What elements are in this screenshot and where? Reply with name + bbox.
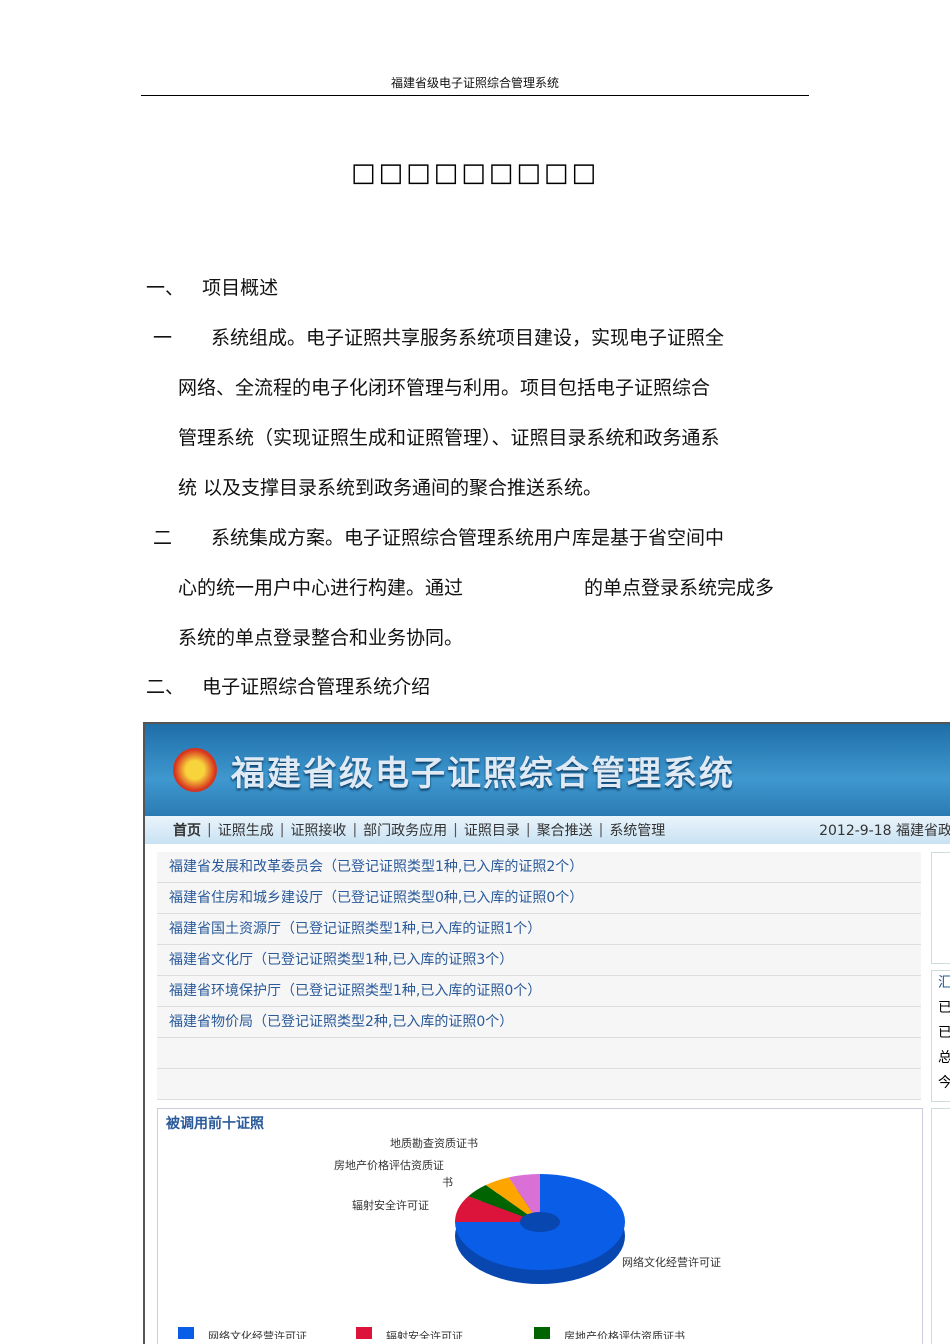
department-list: 福建省发展和改革委员会（已登记证照类型1种,已入库的证照2个） 福建省住房和城乡… [157, 852, 921, 1100]
app-title: 福建省级电子证照综合管理系统 [231, 754, 735, 794]
section-2-heading: 二、 电子证照综合管理系统介绍 [146, 672, 430, 699]
summary-item: 今 [938, 1071, 950, 1096]
legend-label: 网络文化经营许可证 [208, 1329, 307, 1339]
empty-row [157, 1069, 921, 1100]
paragraph-line: 管理系统（实现证照生成和证照管理）、证照目录系统和政务通系 [178, 427, 720, 449]
pie-label: 房地产价格评估资质证 [334, 1158, 444, 1172]
item-number: 一 [153, 327, 173, 349]
legend-swatch [356, 1327, 372, 1339]
section-number: 二、 [146, 676, 185, 698]
section-number: 一、 [146, 277, 185, 299]
item-number: 二 [153, 527, 173, 549]
department-row[interactable]: 福建省国土资源厅（已登记证照类型1种,已入库的证照1个） [157, 914, 921, 945]
national-emblem-icon [173, 748, 217, 792]
paragraph-line: 心的统一用户中心进行构建。通过 [178, 577, 464, 599]
summary-item: 已 [938, 1021, 950, 1046]
running-header: 福建省级电子证照综合管理系统 [141, 74, 809, 96]
department-row[interactable]: 福建省文化厅（已登记证照类型1种,已入库的证照3个） [157, 945, 921, 976]
department-row[interactable]: 福建省住房和城乡建设厅（已登记证照类型0种,已入库的证照0个） [157, 883, 921, 914]
department-row[interactable]: 福建省发展和改革委员会（已登记证照类型1种,已入库的证照2个） [157, 852, 921, 883]
pie-label: 地质勘查资质证书 [390, 1136, 478, 1150]
doc-title: □□□□□□□□□ [350, 158, 600, 188]
paragraph-line: 统 以及支撑目录系统到政务通间的聚合推送系统。 [178, 477, 603, 499]
department-row[interactable]: 福建省环境保护厅（已登记证照类型1种,已入库的证照0个） [157, 976, 921, 1007]
pie-label: 辐射安全许可证 [352, 1198, 429, 1212]
document-page: 福建省级电子证照综合管理系统 □□□□□□□□□ 一、 项目概述 一 系统组成。… [0, 0, 950, 1344]
pie-chart: 地质勘查资质证书 房地产价格评估资质证 书 辐射安全许可证 网络文化经营许可证 … [178, 1136, 721, 1339]
top-certificates-panel: 被调用前十证照 地质勘查资质证书 房地产价格评估资质证 书 辐射安全许可证 网络… [157, 1108, 923, 1344]
side-panel [931, 852, 950, 964]
app-banner: 福建省级电子证照综合管理系统 [145, 724, 950, 816]
paragraph-line: 网络、全流程的电子化闭环管理与利用。项目包括电子证照综合 [178, 377, 711, 399]
department-row[interactable]: 福建省物价局（已登记证照类型2种,已入库的证照0个） [157, 1007, 921, 1038]
nav-dept-apps[interactable]: 部门政务应用 [357, 820, 453, 840]
summary-title: 汇 [938, 971, 950, 996]
app-screenshot: 福建省级电子证照综合管理系统 首页 | 证照生成 | 证照接收 | 部门政务应用 | 证… [143, 722, 950, 1344]
nav-catalog[interactable]: 证照目录 [458, 820, 526, 840]
pie-label: 网络文化经营许可证 [622, 1255, 721, 1269]
date-text: 2012-9-18 福建省政 [819, 823, 950, 839]
paragraph-line: 系统集成方案。电子证照综合管理系统用户库是基于省空间中 [211, 527, 725, 549]
legend-swatch [534, 1327, 550, 1339]
nav-system[interactable]: 系统管理 [603, 820, 671, 840]
legend-label: 辐射安全许可证 [386, 1329, 463, 1339]
paragraph-line: 系统的单点登录整合和业务协同。 [178, 627, 464, 649]
paragraph-line: 系统组成。电子证照共享服务系统项目建设，实现电子证照全 [211, 327, 725, 349]
section-label: 电子证照综合管理系统介绍 [202, 676, 431, 698]
nav-push[interactable]: 聚合推送 [531, 820, 599, 840]
summary-panel: 汇 已 已 总 今 [931, 970, 950, 1102]
nav-receive[interactable]: 证照接收 [284, 820, 352, 840]
paragraph-line: 的单点登录系统完成多 [584, 577, 775, 599]
legend-label: 房地产价格评估资质证书 [564, 1329, 685, 1339]
nav-home[interactable]: 首页 [167, 820, 207, 840]
side-panel-2 [931, 1108, 950, 1344]
section-1-heading: 一、 项目概述 [146, 273, 278, 300]
summary-item: 总 [938, 1046, 950, 1071]
nav-generate[interactable]: 证照生成 [212, 820, 280, 840]
empty-row [157, 1038, 921, 1069]
legend-swatch [178, 1327, 194, 1339]
pie-label: 书 [442, 1176, 453, 1189]
summary-item: 已 [938, 996, 950, 1021]
main-nav: 首页 | 证照生成 | 证照接收 | 部门政务应用 | 证照目录 | 聚合推送 | 系统管理… [145, 816, 950, 844]
section-label: 项目概述 [202, 277, 279, 299]
